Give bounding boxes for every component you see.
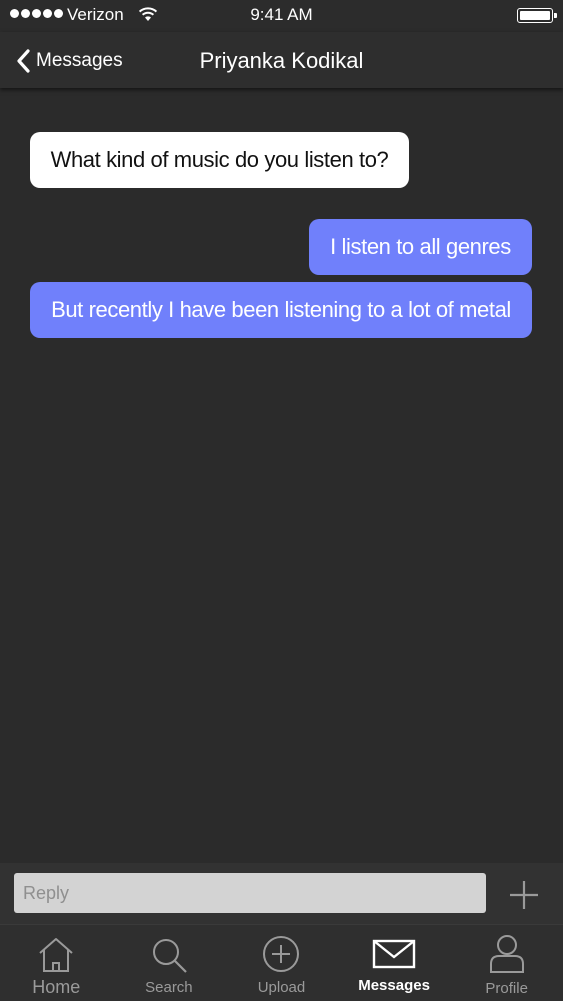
tab-messages[interactable]: Messages [338, 925, 451, 1001]
outgoing-message: I listen to all genres [309, 219, 532, 275]
tab-upload-label: Upload [257, 979, 306, 996]
tab-messages-label: Messages [358, 977, 430, 994]
add-attachment-button[interactable] [507, 878, 541, 912]
reply-input[interactable] [14, 873, 486, 913]
outgoing-message: But recently I have been listening to a … [30, 282, 532, 338]
chevron-left-icon [17, 49, 30, 73]
battery-icon [517, 8, 557, 23]
tab-profile-label: Profile [485, 980, 528, 997]
upload-icon [263, 936, 300, 972]
tab-profile[interactable]: Profile [450, 925, 563, 1001]
status-time: 9:41 AM [250, 5, 313, 24]
home-icon [39, 938, 73, 972]
navigation-bar: Messages Priyanka Kodikal [0, 32, 563, 88]
tab-upload[interactable]: Upload [225, 925, 338, 1001]
profile-icon [489, 935, 524, 973]
search-icon [152, 939, 187, 973]
back-button-label: Messages [36, 50, 123, 71]
tab-search-label: Search [145, 979, 193, 996]
status-bar: Verizon 9:41 AM [0, 0, 563, 32]
message-list: What kind of music do you listen to? I l… [0, 88, 563, 863]
tab-home-label: Home [32, 977, 81, 997]
tab-bar: Home Search Upload Messages Profile [0, 924, 563, 1001]
tab-home[interactable]: Home [0, 925, 113, 1001]
incoming-message: What kind of music do you listen to? [30, 132, 409, 188]
tab-search[interactable]: Search [113, 925, 226, 1001]
mail-icon [372, 939, 416, 969]
back-button[interactable]: Messages [14, 46, 123, 76]
reply-bar [0, 863, 563, 924]
